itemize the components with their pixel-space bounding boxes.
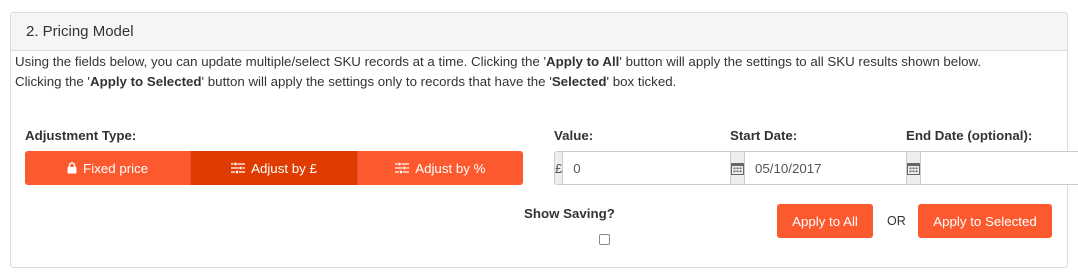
lock-icon [67,162,77,174]
end-date-input[interactable] [920,151,1078,185]
sliders-icon [395,162,410,174]
adjust-by-percent-button[interactable]: Adjust by % [356,151,523,185]
sliders-icon [231,162,246,174]
end-date-input-group [906,151,1078,185]
apply-to-all-button[interactable]: Apply to All [777,204,873,238]
desc-text: ' button will apply the settings to all … [619,54,982,69]
apply-to-selected-button[interactable]: Apply to Selected [918,204,1052,238]
desc-text: Clicking the ' [15,74,90,89]
adjust-by-pound-button[interactable]: Adjust by £ [190,151,357,185]
value-input-group: £ [554,151,762,185]
fixed-price-button[interactable]: Fixed price [25,151,191,185]
desc-text: ' box ticked. [606,74,677,89]
show-saving-checkbox[interactable] [599,234,610,245]
currency-addon: £ [554,151,563,185]
adjustment-type-group: Fixed price Adjust by £ Adjust by % [25,151,523,185]
desc-text: ' button will apply the settings only to… [201,74,552,89]
desc-text: Using the fields below, you can update m… [15,54,546,69]
instructions-text: Using the fields below, you can update m… [15,52,1045,92]
value-label: Value: [554,128,594,143]
desc-bold-selected: Selected [551,74,607,89]
or-separator: OR [887,214,906,228]
start-date-input-group [730,151,943,185]
calendar-icon[interactable] [906,151,920,185]
start-date-label: Start Date: [730,128,798,143]
desc-bold-apply-all: Apply to All [546,54,620,69]
show-saving-label: Show Saving? [524,206,615,221]
adjust-by-pound-label: Adjust by £ [251,160,317,176]
fixed-price-label: Fixed price [83,160,149,176]
end-date-label: End Date (optional): [906,128,1033,143]
calendar-icon[interactable] [730,151,744,185]
adjust-by-percent-label: Adjust by % [415,160,486,176]
panel-heading: 2. Pricing Model [11,13,1067,51]
adjustment-type-label: Adjustment Type: [25,128,137,143]
desc-bold-apply-selected: Apply to Selected [89,74,202,89]
